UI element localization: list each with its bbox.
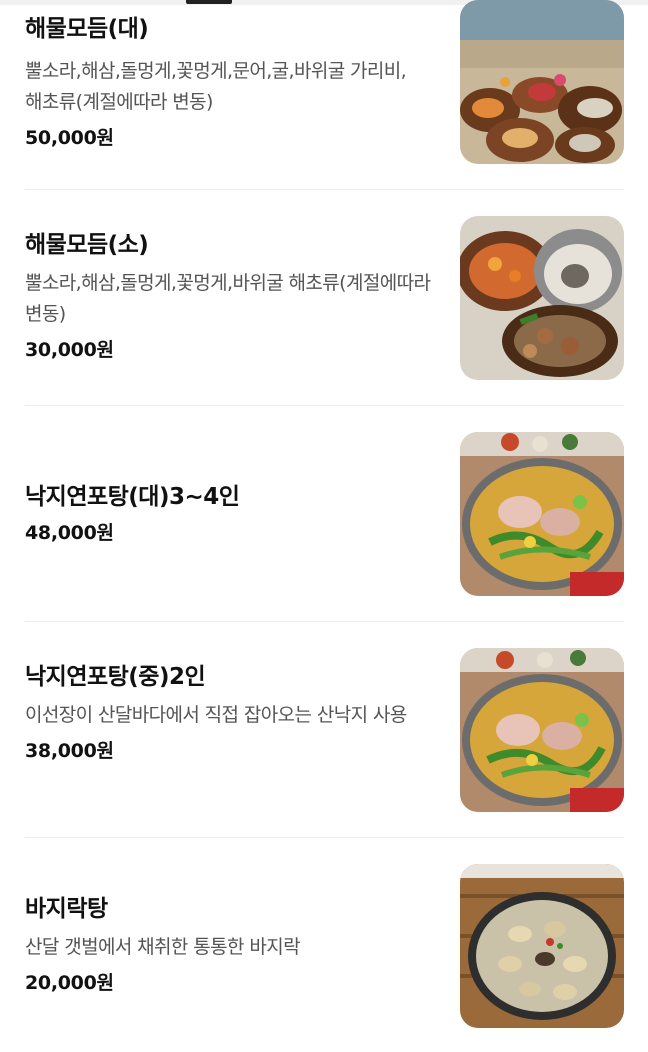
menu-list: 해물모듬(대) 뿔소라,해삼,돌멍게,꽃멍게,문어,굴,바위굴 가리비,해초류(… bbox=[0, 0, 648, 1052]
menu-item-text: 낙지연포탕(중)2인 이선장이 산달바다에서 직접 잡아오는 산낙지 사용 38… bbox=[25, 662, 437, 763]
menu-item-text: 해물모듬(대) 뿔소라,해삼,돌멍게,꽃멍게,문어,굴,바위굴 가리비,해초류(… bbox=[25, 14, 437, 150]
clam-soup-image bbox=[460, 864, 624, 1028]
menu-item-description: 뿔소라,해삼,돌멍게,꽃멍게,문어,굴,바위굴 가리비,해초류(계절에따라 변동… bbox=[25, 60, 407, 113]
menu-item[interactable]: 낙지연포탕(중)2인 이선장이 산달바다에서 직접 잡아오는 산낙지 사용 38… bbox=[25, 622, 624, 838]
menu-item-price: 20,000원 bbox=[25, 972, 114, 994]
menu-item-name: 해물모듬(대) bbox=[25, 16, 149, 42]
menu-item-name: 낙지연포탕(대)3~4인 bbox=[25, 484, 240, 510]
menu-item[interactable]: 낙지연포탕(대)3~4인 48,000원 bbox=[25, 406, 624, 622]
menu-item-text: 바지락탕 산달 갯벌에서 채취한 통통한 바지락 20,000원 bbox=[25, 894, 437, 995]
menu-item-description: 산달 갯벌에서 채취한 통통한 바지락 bbox=[25, 936, 301, 958]
octopus-hotpot-image bbox=[460, 648, 624, 812]
menu-item[interactable]: 해물모듬(소) 뿔소라,해삼,돌멍게,꽃멍게,바위굴 해초류(계절에따라 변동)… bbox=[25, 190, 624, 406]
seafood-platter-image bbox=[460, 216, 624, 380]
menu-item-name: 해물모듬(소) bbox=[25, 232, 149, 258]
octopus-hotpot-image bbox=[460, 432, 624, 596]
menu-item-price: 50,000원 bbox=[25, 127, 114, 149]
menu-item-price: 48,000원 bbox=[25, 522, 114, 544]
menu-item-text: 해물모듬(소) 뿔소라,해삼,돌멍게,꽃멍게,바위굴 해초류(계절에따라 변동)… bbox=[25, 230, 437, 362]
clam-soup-photo[interactable] bbox=[460, 864, 624, 1028]
seafood-platter-image bbox=[460, 0, 624, 164]
octopus-hotpot-photo[interactable] bbox=[460, 648, 624, 812]
menu-item-name: 바지락탕 bbox=[25, 896, 108, 922]
menu-item-name: 낙지연포탕(중)2인 bbox=[25, 664, 206, 690]
menu-item-price: 38,000원 bbox=[25, 740, 114, 762]
menu-item[interactable]: 바지락탕 산달 갯벌에서 채취한 통통한 바지락 20,000원 bbox=[25, 838, 624, 1052]
menu-item-price: 30,000원 bbox=[25, 339, 114, 361]
seafood-platter-photo[interactable] bbox=[460, 216, 624, 380]
octopus-hotpot-photo[interactable] bbox=[460, 432, 624, 596]
menu-item-description: 뿔소라,해삼,돌멍게,꽃멍게,바위굴 해초류(계절에따라 변동) bbox=[25, 272, 431, 325]
menu-item[interactable]: 해물모듬(대) 뿔소라,해삼,돌멍게,꽃멍게,문어,굴,바위굴 가리비,해초류(… bbox=[25, 0, 624, 190]
seafood-platter-photo[interactable] bbox=[460, 0, 624, 164]
menu-item-text: 낙지연포탕(대)3~4인 48,000원 bbox=[25, 482, 437, 545]
menu-item-description: 이선장이 산달바다에서 직접 잡아오는 산낙지 사용 bbox=[25, 704, 407, 726]
